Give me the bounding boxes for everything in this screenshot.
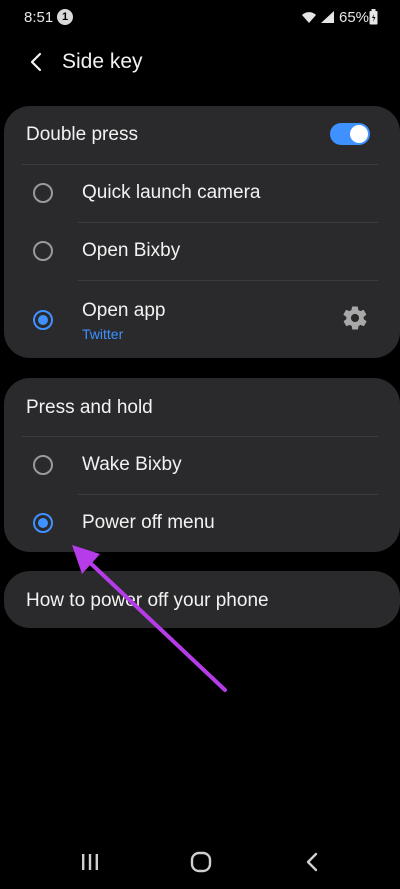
- option-quick-launch-camera[interactable]: Quick launch camera: [4, 164, 400, 222]
- help-link-label: How to power off your phone: [26, 590, 269, 611]
- radio-button[interactable]: [33, 241, 53, 261]
- press-and-hold-header: Press and hold: [4, 378, 400, 436]
- option-label: Open Bixby: [82, 240, 181, 261]
- option-label: Open app: [82, 300, 166, 321]
- wifi-icon: [302, 12, 316, 23]
- press-and-hold-title: Press and hold: [26, 397, 153, 418]
- navigation-bar: [0, 835, 400, 889]
- app-header: Side key: [0, 36, 400, 90]
- home-icon[interactable]: [190, 851, 212, 873]
- toggle-knob: [350, 125, 368, 143]
- back-nav-icon[interactable]: [304, 851, 320, 873]
- recents-icon[interactable]: [80, 852, 100, 872]
- page-title: Side key: [62, 50, 143, 73]
- help-link-card[interactable]: How to power off your phone: [4, 571, 400, 628]
- battery-percent: 65%: [339, 9, 370, 26]
- radio-button[interactable]: [33, 183, 53, 203]
- option-sublabel: Twitter: [82, 326, 124, 342]
- double-press-title: Double press: [26, 124, 138, 145]
- press-and-hold-card: Press and hold Wake Bixby Power off menu: [4, 378, 400, 552]
- option-open-bixby[interactable]: Open Bixby: [4, 222, 400, 280]
- status-time: 8:51: [24, 9, 54, 26]
- chevron-left-icon: [30, 52, 42, 72]
- option-wake-bixby[interactable]: Wake Bixby: [4, 436, 400, 494]
- radio-button-selected[interactable]: [33, 513, 53, 533]
- option-power-off-menu[interactable]: Power off menu: [4, 494, 400, 552]
- option-label: Power off menu: [82, 512, 215, 533]
- gear-icon: [343, 306, 367, 330]
- screen: 8:51 1 65% Side key Double press Quick l…: [0, 0, 400, 889]
- option-label: Quick launch camera: [82, 182, 261, 203]
- signal-icon: [321, 11, 334, 23]
- back-button[interactable]: [18, 44, 54, 80]
- double-press-card: Double press Quick launch camera Open Bi…: [4, 106, 400, 358]
- radio-button-selected[interactable]: [33, 310, 53, 330]
- double-press-toggle[interactable]: [330, 123, 370, 145]
- notification-badge: 1: [57, 9, 73, 25]
- radio-button[interactable]: [33, 455, 53, 475]
- open-app-settings-button[interactable]: [341, 304, 369, 332]
- double-press-row[interactable]: Double press: [4, 106, 400, 164]
- battery-icon: [369, 9, 378, 25]
- status-bar: 8:51 1 65%: [0, 0, 400, 36]
- option-label: Wake Bixby: [82, 454, 182, 475]
